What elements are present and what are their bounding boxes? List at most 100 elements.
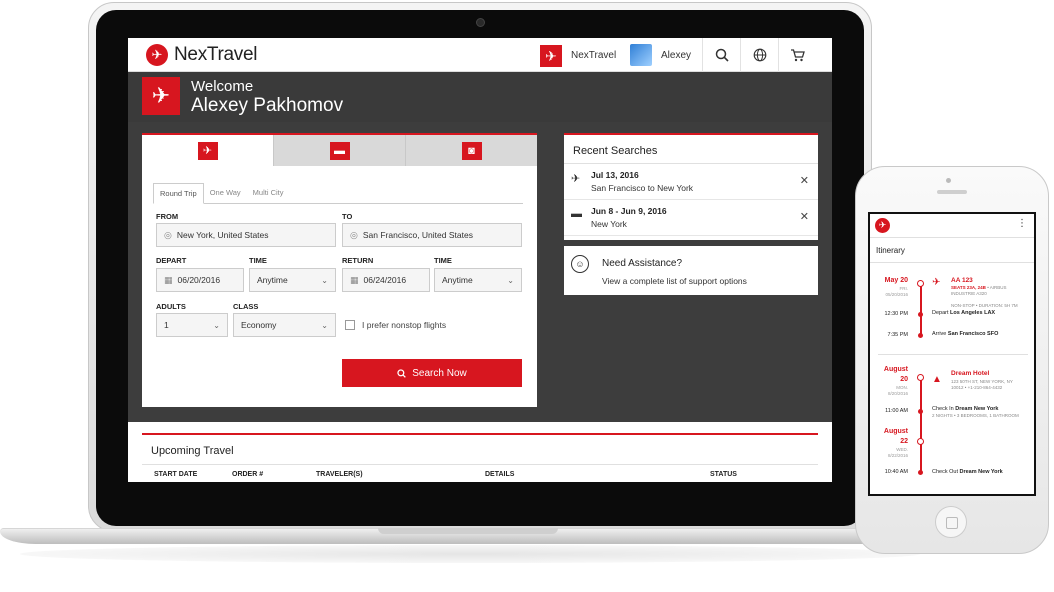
return-label: RETURN [342,256,374,265]
more-vertical-icon[interactable]: ⋮ [1017,218,1027,229]
arrive-info: Arrive San Francisco SFO [932,331,999,337]
location-pin-icon: ◎ [350,229,358,240]
close-icon[interactable]: ✕ [800,210,809,223]
cart-icon[interactable] [778,38,816,72]
adults-value: 1 [164,320,169,330]
recent-search-item[interactable]: ▬ Jun 8 - Jun 9, 2016 New York ✕ [564,200,818,236]
bed-icon: ▬ [571,208,582,220]
chevron-down-icon: ⌄ [321,320,328,330]
to-value: San Francisco, United States [362,230,473,240]
column-order[interactable]: ORDER # [232,471,263,478]
trip-type-tabs: Round Trip One Way Multi City [153,183,523,204]
avatar[interactable] [630,44,652,66]
to-field[interactable]: ◎ San Francisco, United States [342,223,522,247]
checkin-weekday: MON. [896,385,908,390]
depart-time-value: Anytime [257,275,288,285]
to-label: TO [342,212,353,221]
company-name[interactable]: NexTravel [571,50,616,61]
assistance-panel[interactable]: ☺ Need Assistance? View a complete list … [564,246,818,295]
support-agent-icon: ☺ [571,255,589,273]
laptop-shadow [20,545,920,563]
tab-flights[interactable]: ✈ [142,135,273,166]
main-content: ✈ ▬ ◙ Round Trip One Way Multi City FROM… [128,122,832,422]
itinerary-title: Itinerary [876,246,905,255]
return-time-value: Anytime [442,275,473,285]
laptop-camera [476,18,485,27]
arrive-time: 7:35 PM [887,332,908,338]
checkout-weekday: WED. [896,447,908,452]
logo-text: NexTravel [174,44,258,65]
hotel-address: 123 50TH ST, NEW YORK, NY [951,379,1013,384]
airplane-icon: ✈ [197,141,218,160]
return-date-field[interactable]: ▦ 06/24/2016 [342,268,430,292]
search-icon[interactable] [702,38,740,72]
class-select[interactable]: Economy ⌄ [233,313,336,337]
checkout-time: 10:40 AM [884,469,908,475]
depart-date-field[interactable]: ▦ 06/20/2016 [156,268,244,292]
depart-time-select[interactable]: Anytime ⌄ [249,268,336,292]
tab-multi-city[interactable]: Multi City [247,183,290,203]
tab-round-trip[interactable]: Round Trip [153,183,204,204]
checkout-info: Check Out Dream New York [932,469,1003,475]
user-name[interactable]: Alexey [661,50,691,61]
upcoming-travel-panel: Upcoming Travel START DATE ORDER # TRAVE… [142,433,818,482]
assistance-link[interactable]: View a complete list of support options [602,276,747,286]
booking-card: ✈ ▬ ◙ Round Trip One Way Multi City FROM… [142,133,537,407]
close-icon[interactable]: ✕ [800,174,809,187]
return-time-select[interactable]: Anytime ⌄ [434,268,522,292]
recent-search-route: San Francisco to New York [591,183,694,193]
adults-select[interactable]: 1 ⌄ [156,313,228,337]
divider [878,354,1028,355]
phone-camera [946,178,951,183]
calendar-icon: ▦ [350,274,359,285]
from-field[interactable]: ◎ New York, United States [156,223,336,247]
logo[interactable]: ✈ NexTravel [146,44,257,66]
checkin-time: 11:00 AM [885,408,908,414]
upcoming-travel-title: Upcoming Travel [142,435,818,465]
flight-date: May 20 [884,277,908,284]
logo-mark-icon[interactable]: ✈ [875,218,890,233]
depart-info: Depart Los Angeles LAX [932,310,996,316]
timeline-node [917,280,924,287]
nonstop-option[interactable]: I prefer nonstop flights [345,320,446,330]
divider [870,262,1034,263]
top-nav: ✈ NexTravel ✈ NexTravel Alexey [128,38,832,72]
checkout-day: 22 [900,438,908,445]
column-status[interactable]: STATUS [710,471,737,478]
class-label: CLASS [233,302,259,311]
recent-search-item[interactable]: ✈ Jul 13, 2016 San Francisco to New York… [564,164,818,200]
hotel-rooms: 2 NIGHTS • 3 BEDROOMS, 1 BATHROOM [932,413,1019,418]
booking-tabs: ✈ ▬ ◙ [142,133,537,166]
hotel-name[interactable]: Dream Hotel [951,370,989,377]
search-icon [397,368,407,378]
logo-mark-icon: ✈ [146,44,168,66]
checkout-month: August [883,428,908,435]
laptop-notch [378,528,558,534]
tab-one-way[interactable]: One Way [204,183,247,203]
hotel-phone: 10012 • +1-210-864-4432 [951,385,1003,390]
depart-date-value: 06/20/2016 [177,275,221,285]
timeline-dot [918,470,923,475]
globe-icon[interactable] [740,38,778,72]
flight-weekday: FRI. [899,286,909,291]
tab-cars[interactable]: ◙ [405,135,537,166]
column-details[interactable]: DETAILS [485,471,514,478]
location-pin-icon: ◎ [164,229,172,240]
column-start-date[interactable]: START DATE [154,471,197,478]
from-value: New York, United States [176,230,269,240]
laptop-screen: ✈ NexTravel ✈ NexTravel Alexey ✈ Welcome… [128,38,832,482]
class-value: Economy [241,320,277,330]
recent-searches-title: Recent Searches [564,135,818,164]
phone-screen: ✈ ⋮ Itinerary May 20 FRI. 05/20/2016 ✈ A… [868,212,1036,496]
nonstop-checkbox[interactable] [345,320,355,330]
hotel-logo-icon: ▲ [932,374,942,385]
bed-icon: ▬ [329,141,350,160]
flight-number[interactable]: AA 123 [951,277,973,284]
search-now-button[interactable]: Search Now [342,359,522,387]
flight-nonstop-duration: NON-STOP • DURATION: 5H 7M [951,303,1018,308]
nonstop-label: I prefer nonstop flights [362,320,447,330]
flight-seats: SEATS 23A, 24B • AIRBUS [951,285,1007,290]
airline-logo-icon: ✈ [932,277,941,288]
column-travelers[interactable]: TRAVELER(S) [316,471,363,478]
tab-hotels[interactable]: ▬ [273,135,405,166]
